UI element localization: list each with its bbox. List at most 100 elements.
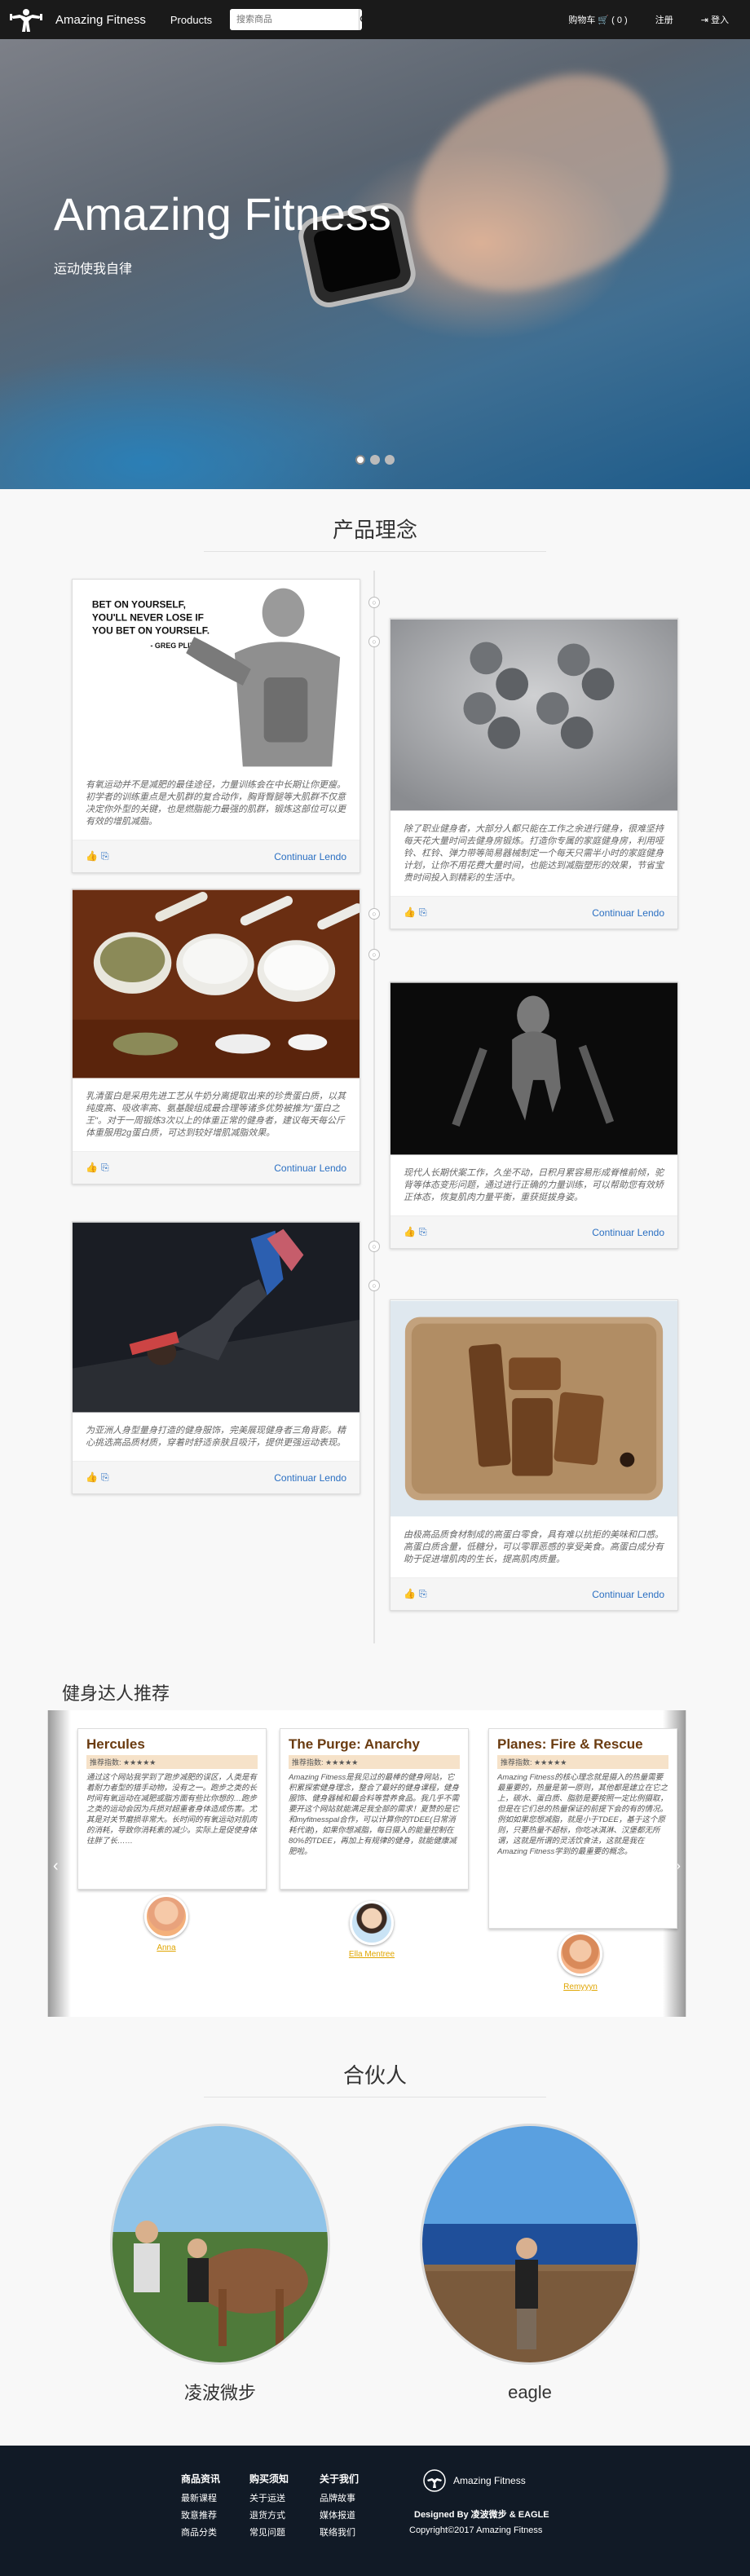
continue-reading-link[interactable]: Continuar Lendo xyxy=(274,1162,346,1174)
footer-brand-name: Amazing Fitness xyxy=(453,2475,526,2486)
footer-link[interactable]: 关于运送 xyxy=(249,2491,289,2504)
share-icon[interactable]: ⎘ xyxy=(101,850,109,862)
timeline-node-icon: ○ xyxy=(368,949,380,960)
card-footer: 👍 ⎘ Continuar Lendo xyxy=(390,1577,677,1610)
footer-col-title: 关于我们 xyxy=(320,2473,360,2485)
philosophy-card: 乳清蛋白是采用先进工艺从牛奶分离提取出来的珍贵蛋白质，以其纯度高、吸收率高、氨基… xyxy=(72,889,363,1184)
recommend-card-text: 通过这个网站我学到了跑步减肥的误区，人类是有着耐力者型的猎手动物，没有之一。跑步… xyxy=(86,1773,258,1846)
card-actions: 👍 ⎘ xyxy=(404,1588,427,1600)
footer-brand: Amazing Fitness xyxy=(422,2468,526,2493)
share-icon[interactable]: ⎘ xyxy=(419,1226,427,1238)
nav-products-link[interactable]: Products xyxy=(170,14,212,26)
philosophy-card: BET ON YOURSELF, YOU'LL NEVER LOSE IF YO… xyxy=(72,579,360,873)
footer-link[interactable]: 退货方式 xyxy=(249,2508,289,2521)
recommend-card-title: The Purge: Anarchy xyxy=(289,1736,420,1752)
partner-name: 凌波微步 xyxy=(183,2383,256,2403)
brand-logo-icon[interactable] xyxy=(8,3,44,36)
svg-text:YOU BET ON YOURSELF.: YOU BET ON YOURSELF. xyxy=(92,624,210,636)
card-text: 为亚洲人身型量身打造的健身服饰，完美展现健身者三角背影。精心挑选高品质材质，穿着… xyxy=(86,1426,346,1448)
philosophy-card: 除了职业健身者，大部分人都只能在工作之余进行健身，很难坚持每天花大量时间去健身房… xyxy=(390,618,678,929)
footer-link[interactable]: 商品分类 xyxy=(181,2525,220,2539)
footer-link[interactable]: 联络我们 xyxy=(320,2525,359,2539)
register-link[interactable]: 注册 xyxy=(655,13,673,26)
carousel-dot-2[interactable] xyxy=(370,455,380,465)
user-link[interactable]: Anna xyxy=(130,1943,203,1952)
user-link[interactable]: Remyyyn xyxy=(544,1983,617,1992)
carousel-indicators xyxy=(0,455,750,465)
card-footer: 👍 ⎘ Continuar Lendo xyxy=(390,896,677,929)
carousel-prev-icon[interactable]: ‹ xyxy=(53,1857,59,1876)
card-footer: 👍 ⎘ Continuar Lendo xyxy=(73,1151,360,1184)
hero-subtitle: 运动使我自律 xyxy=(54,262,133,276)
footer-link[interactable]: 致意推荐 xyxy=(181,2508,220,2521)
partner-name: eagle xyxy=(508,2382,552,2402)
hero-carousel: Amazing Fitness 运动使我自律 xyxy=(0,39,750,489)
like-icon[interactable]: 👍 xyxy=(86,850,98,862)
recommend-card-title: Planes: Fire & Rescue xyxy=(497,1736,643,1752)
timeline-node-icon: ○ xyxy=(368,1280,380,1291)
carousel-dot-3[interactable] xyxy=(385,455,395,465)
like-icon[interactable]: 👍 xyxy=(404,1226,416,1238)
footer-link[interactable]: 最新课程 xyxy=(181,2491,220,2504)
recommend-card: Planes: Fire & Rescue 推荐指数: ★★★★★ Amazin… xyxy=(488,1728,677,1929)
continue-reading-link[interactable]: Continuar Lendo xyxy=(592,907,664,919)
avatar[interactable] xyxy=(350,1901,394,1945)
share-icon[interactable]: ⎘ xyxy=(101,1471,109,1484)
philosophy-card: 为亚洲人身型量身打造的健身服饰，完美展现健身者三角背影。精心挑选高品质材质，穿着… xyxy=(72,1221,360,1494)
like-icon[interactable]: 👍 xyxy=(404,1588,416,1600)
card-actions: 👍 ⎘ xyxy=(404,906,427,919)
share-icon[interactable]: ⎘ xyxy=(101,1162,109,1174)
cart-link[interactable]: 购物车 🛒 ( 0 ) xyxy=(568,13,627,26)
continue-reading-link[interactable]: Continuar Lendo xyxy=(592,1227,664,1238)
footer-link[interactable]: 品牌故事 xyxy=(320,2491,359,2504)
card-actions: 👍 ⎘ xyxy=(86,850,109,862)
continue-reading-link[interactable]: Continuar Lendo xyxy=(274,851,346,862)
recommend-card-text: Amazing Fitness的核心理念就是摄入的热量需要最重要的，热量是第一原… xyxy=(497,1773,668,1856)
timeline-node-icon: ○ xyxy=(368,636,380,647)
brand-logo-icon xyxy=(423,2469,446,2492)
partners-title: 合伙人 xyxy=(342,2063,407,2088)
card-actions: 👍 ⎘ xyxy=(86,1471,109,1484)
philosophy-card: 由极高品质食材制成的高蛋白零食，具有难以抗拒的美味和口感。高蛋白质含量，低糖分，… xyxy=(390,1299,678,1611)
svg-text:YOU'LL NEVER LOSE IF: YOU'LL NEVER LOSE IF xyxy=(92,611,204,623)
footer-col-products: 商品资讯 最新课程 致意推荐 商品分类 xyxy=(181,2472,220,2543)
like-icon[interactable]: 👍 xyxy=(404,906,416,919)
footer-copyright: Copyright©2017 Amazing Fitness xyxy=(409,2525,543,2535)
dumbbells-image xyxy=(390,619,677,811)
avatar[interactable] xyxy=(558,1932,602,1976)
continue-reading-link[interactable]: Continuar Lendo xyxy=(592,1589,664,1600)
partner-photo[interactable] xyxy=(422,2126,638,2362)
footer-link[interactable]: 常见问题 xyxy=(249,2525,289,2539)
footer-col-title: 购买须知 xyxy=(249,2473,289,2485)
protein-powder-image xyxy=(73,889,363,1078)
nav-right-links: 购物车 🛒 ( 0 ) 注册 ⇥ 登入 xyxy=(568,0,729,39)
continue-reading-link[interactable]: Continuar Lendo xyxy=(274,1472,346,1484)
carousel-dot-1[interactable] xyxy=(355,455,365,465)
card-actions: 👍 ⎘ xyxy=(86,1162,109,1174)
share-icon[interactable]: ⎘ xyxy=(419,906,427,919)
card-footer: 👍 ⎘ Continuar Lendo xyxy=(73,840,360,872)
rating-stars: 推荐指数: ★★★★★ xyxy=(289,1755,460,1769)
like-icon[interactable]: 👍 xyxy=(86,1162,98,1174)
footer-col-about: 关于我们 品牌故事 媒体报道 联络我们 xyxy=(320,2472,359,2543)
search-form xyxy=(230,9,362,30)
footer-col-title: 商品资讯 xyxy=(181,2473,221,2485)
share-icon[interactable]: ⎘ xyxy=(419,1588,427,1600)
card-text: 除了职业健身者，大部分人都只能在工作之余进行健身，很难坚持每天花大量时间去健身房… xyxy=(404,824,664,883)
recommend-card: The Purge: Anarchy 推荐指数: ★★★★★ Amazing F… xyxy=(280,1728,469,1890)
partner-photo[interactable] xyxy=(112,2126,328,2362)
search-input[interactable] xyxy=(230,9,359,30)
card-text: 有氧运动并不是减肥的最佳途径，力量训练会在中长期让你更瘦。初学者的训练重点是大肌… xyxy=(86,780,346,827)
recommend-carousel: ‹ › Hercules 推荐指数: ★★★★★ 通过这个网站我学到了跑步减肥的… xyxy=(47,1710,686,2017)
card-text: 乳清蛋白是采用先进工艺从牛奶分离提取出来的珍贵蛋白质，以其纯度高、吸收率高、氨基… xyxy=(86,1092,346,1138)
recommend-title: 健身达人推荐 xyxy=(62,1683,170,1704)
login-link[interactable]: ⇥ 登入 xyxy=(701,13,729,26)
footer-link[interactable]: 媒体报道 xyxy=(320,2508,359,2521)
user-link[interactable]: Ella Mentree xyxy=(335,1950,408,1959)
protein-bar-image xyxy=(390,1300,677,1517)
avatar[interactable] xyxy=(144,1895,188,1939)
like-icon[interactable]: 👍 xyxy=(86,1471,98,1484)
timeline-node-icon: ○ xyxy=(368,597,380,608)
nav-brand-link[interactable]: Amazing Fitness xyxy=(55,13,146,27)
search-button[interactable] xyxy=(359,9,362,30)
